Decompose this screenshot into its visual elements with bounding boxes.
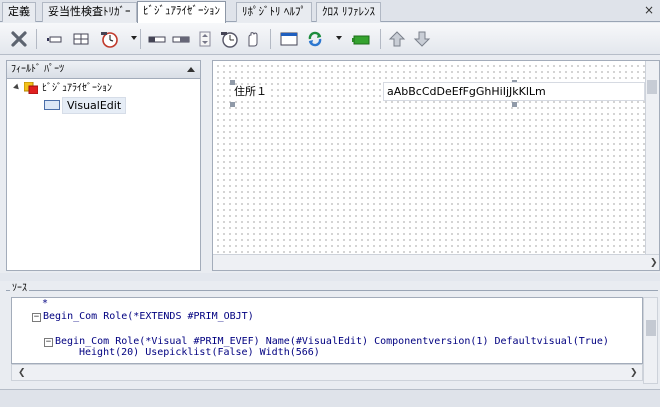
visual-edit-field[interactable]: aAbBcCdDeEfFgGhHiIjJkKlLm	[383, 82, 645, 101]
hand-icon[interactable]	[242, 28, 264, 50]
toolbar-separator	[36, 29, 37, 49]
tab-visualization[interactable]: ﾋﾞｼﾞｭｱﾗｲｾﾞｰｼｮﾝ	[137, 1, 226, 23]
toolbar	[0, 23, 660, 55]
source-horizontal-scrollbar[interactable]	[11, 364, 643, 381]
scroll-right-arrow-icon[interactable]: ❯	[630, 368, 638, 378]
toolbar-separator	[270, 29, 271, 49]
status-bar	[0, 389, 660, 407]
delete-icon[interactable]	[8, 28, 30, 50]
resize-handle[interactable]	[230, 102, 235, 107]
collapse-icon[interactable]	[187, 67, 195, 72]
code-line: *	[42, 298, 49, 309]
clock-icon[interactable]	[218, 28, 240, 50]
toolbar-separator	[380, 29, 381, 49]
tab-repository-help[interactable]: ﾘﾎﾟｼﾞﾄﾘ ﾍﾙﾌﾟ	[236, 2, 312, 22]
chevron-down-icon[interactable]	[336, 36, 342, 40]
tab-bar: 定義 妥当性検査ﾄﾘｶﾞｰ ﾋﾞｼﾞｭｱﾗｲｾﾞｰｼｮﾝ ﾘﾎﾟｼﾞﾄﾘ ﾍﾙﾌ…	[0, 0, 660, 23]
timer-icon[interactable]	[98, 28, 120, 50]
spinner-icon[interactable]	[194, 28, 216, 50]
scroll-left-arrow-icon[interactable]: ❮	[18, 368, 26, 378]
green-box-icon[interactable]	[350, 28, 372, 50]
resize-handle[interactable]	[512, 102, 517, 107]
panel-header: ﾌｨｰﾙﾄﾞ ﾊﾟｰﾂ	[7, 61, 200, 79]
code-line: Height(20) Usepicklist(False) Width(566)	[79, 347, 320, 358]
source-title: ｿｰｽ	[10, 283, 29, 295]
tree-item-visual-edit[interactable]: VisualEdit	[62, 97, 127, 114]
visual-edit-icon	[44, 100, 60, 110]
field-grid-icon[interactable]	[70, 28, 92, 50]
tab-definition[interactable]: 定義	[2, 2, 36, 22]
visualization-icon	[24, 82, 38, 94]
window-icon[interactable]	[278, 28, 300, 50]
field-single-icon[interactable]	[44, 28, 66, 50]
scrollbar-thumb[interactable]	[646, 320, 656, 336]
canvas-horizontal-scrollbar[interactable]	[213, 254, 659, 270]
field-bar-icon[interactable]	[146, 28, 168, 50]
refresh-icon[interactable]	[304, 28, 326, 50]
close-icon[interactable]: ×	[642, 3, 656, 17]
tab-cross-reference[interactable]: ｸﾛｽ ﾘﾌｧﾚﾝｽ	[316, 2, 381, 22]
source-editor[interactable]: * − Begin_Com Role(*EXTENDS #PRIM_OBJT) …	[11, 297, 643, 364]
scrollbar-thumb[interactable]	[647, 80, 657, 94]
code-line: Begin_Com Role(*EXTENDS #PRIM_OBJT)	[43, 311, 254, 322]
scroll-down-arrow-icon[interactable]: ❯	[650, 258, 658, 268]
tab-validation-trigger[interactable]: 妥当性検査ﾄﾘｶﾞｰ	[42, 2, 137, 22]
toolbar-separator	[140, 29, 141, 49]
arrow-down-icon[interactable]	[411, 28, 433, 50]
splitter[interactable]	[0, 273, 660, 281]
fold-toggle-icon[interactable]: −	[32, 313, 41, 322]
tree-item-visualization[interactable]: ﾋﾞｼﾞｭｱﾗｲｾﾞｰｼｮﾝ	[42, 80, 112, 97]
source-vertical-scrollbar[interactable]	[643, 297, 658, 384]
fold-toggle-icon[interactable]: −	[44, 338, 53, 347]
field-label: 住所１	[234, 85, 267, 98]
panel-title: ﾌｨｰﾙﾄﾞ ﾊﾟｰﾂ	[11, 64, 65, 75]
field-bar2-icon[interactable]	[170, 28, 192, 50]
chevron-down-icon[interactable]	[131, 36, 137, 40]
arrow-up-icon[interactable]	[386, 28, 408, 50]
